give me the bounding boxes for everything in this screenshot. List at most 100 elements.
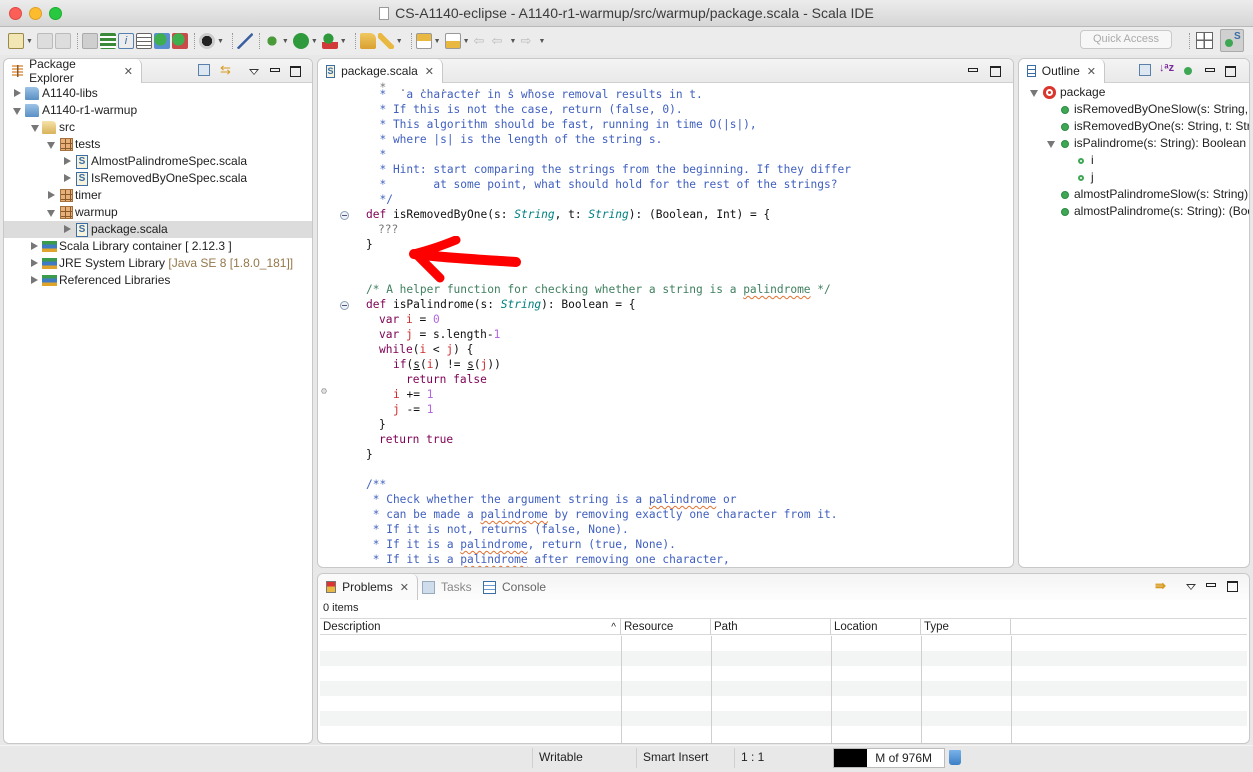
tree-item-tests[interactable]: tests	[4, 136, 312, 153]
expand-arrow-icon[interactable]	[48, 191, 55, 199]
outline-item-j[interactable]: j	[1019, 169, 1249, 186]
debug-dropdown-icon[interactable]: ▼	[282, 38, 289, 45]
maximize-view-icon[interactable]	[1227, 581, 1238, 592]
tree-item-almostpalindromespec[interactable]: S AlmostPalindromeSpec.scala	[4, 153, 312, 170]
outline-item-almostpalindromeslow[interactable]: almostPalindromeSlow(s: String):	[1019, 186, 1249, 203]
external-tools-icon[interactable]	[321, 33, 338, 49]
info-icon[interactable]: i	[117, 33, 134, 49]
code-editor[interactable]: * . . . . . . * a character in s whose r…	[318, 81, 1013, 567]
outline-icon[interactable]	[99, 33, 116, 49]
save-all-icon[interactable]	[54, 33, 71, 49]
collapse-arrow-icon[interactable]	[47, 142, 55, 149]
maximize-view-icon[interactable]	[1225, 66, 1236, 77]
prev-annotation-icon[interactable]	[444, 33, 461, 49]
minimize-view-icon[interactable]	[1205, 68, 1215, 72]
collapse-arrow-icon[interactable]	[47, 210, 55, 217]
collapse-all-icon[interactable]	[198, 64, 210, 76]
tree-item-package-scala[interactable]: S package.scala	[4, 221, 312, 238]
back-dropdown-icon[interactable]: ▼	[510, 38, 517, 45]
run-dropdown-icon[interactable]: ▼	[311, 38, 318, 45]
toggle-link-icon[interactable]	[81, 33, 98, 49]
heap-status[interactable]: M of 976M	[833, 748, 945, 768]
prev-annotation-dropdown-icon[interactable]: ▼	[463, 38, 470, 45]
sort-icon[interactable]: ↓ᵃz	[1159, 62, 1174, 74]
external-tools-dropdown-icon[interactable]: ▼	[340, 38, 347, 45]
column-header-description[interactable]: Description ^	[320, 619, 621, 635]
profile-dropdown-icon[interactable]: ▼	[217, 38, 224, 45]
close-tab-icon[interactable]: ✕	[124, 65, 133, 78]
profile-icon[interactable]	[198, 33, 215, 49]
tab-problems[interactable]: Problems ✕	[318, 574, 418, 600]
run-scala-icon[interactable]	[153, 33, 170, 49]
outline-item-package[interactable]: package	[1019, 84, 1249, 101]
doc-icon[interactable]	[135, 33, 152, 49]
close-tab-icon[interactable]: ✕	[1087, 65, 1096, 78]
insert-mode-status[interactable]: Smart Insert	[643, 750, 708, 764]
tree-item-jre-system-library[interactable]: JRE System Library [Java SE 8 [1.8.0_181…	[4, 255, 312, 272]
tab-tasks[interactable]: Tasks	[422, 580, 472, 594]
outline-item-i[interactable]: i	[1019, 152, 1249, 169]
outline-item-almostpalindrome[interactable]: almostPalindrome(s: String): (Boo	[1019, 203, 1249, 220]
next-annotation-dropdown-icon[interactable]: ▼	[434, 38, 441, 45]
outline-item-isremovedbyoneslow[interactable]: isRemovedByOneSlow(s: String, t	[1019, 101, 1249, 118]
pen-icon[interactable]	[377, 33, 394, 49]
tab-outline[interactable]: Outline ✕	[1019, 59, 1105, 83]
new-dropdown-icon[interactable]: ▼	[26, 38, 33, 45]
expand-arrow-icon[interactable]	[31, 276, 38, 284]
last-edit-icon[interactable]: ⇦	[474, 33, 490, 49]
collapse-arrow-icon[interactable]	[1030, 90, 1038, 97]
tree-item-src[interactable]: src	[4, 119, 312, 136]
outline-item-isremovedbyone[interactable]: isRemovedByOne(s: String, t: Stri	[1019, 118, 1249, 135]
forward-icon[interactable]: ⇨	[520, 33, 536, 49]
minimize-view-icon[interactable]	[270, 68, 280, 72]
tree-item-warmup[interactable]: warmup	[4, 204, 312, 221]
minimize-view-icon[interactable]	[1206, 583, 1216, 587]
focus-on-active-task-icon[interactable]: ⇛	[1155, 578, 1166, 594]
column-header-type[interactable]: Type	[921, 619, 1011, 635]
fold-toggle-icon[interactable]	[340, 301, 349, 310]
run-test-icon[interactable]	[171, 33, 188, 49]
column-header-location[interactable]: Location	[831, 619, 921, 635]
hide-fields-icon[interactable]	[1184, 67, 1192, 75]
minimize-editor-icon[interactable]	[968, 68, 978, 72]
open-perspective-icon[interactable]	[1196, 32, 1213, 49]
garbage-collect-icon[interactable]	[949, 750, 961, 765]
tab-package-explorer[interactable]: Package Explorer ✕	[4, 59, 142, 85]
tree-item-referenced-libraries[interactable]: Referenced Libraries	[4, 272, 312, 289]
column-header-resource[interactable]: Resource	[621, 619, 711, 635]
close-tab-icon[interactable]: ✕	[425, 65, 434, 78]
outline-item-ispalindrome[interactable]: isPalindrome(s: String): Boolean	[1019, 135, 1249, 152]
fold-toggle-icon[interactable]	[340, 211, 349, 220]
new-icon[interactable]	[8, 33, 24, 49]
tree-item-isremovedbyonespec[interactable]: S IsRemovedByOneSpec.scala	[4, 170, 312, 187]
debug-icon[interactable]	[263, 33, 280, 49]
pin-icon[interactable]	[236, 33, 253, 49]
collapse-all-icon[interactable]	[1139, 64, 1151, 76]
expand-arrow-icon[interactable]	[31, 242, 38, 250]
close-tab-icon[interactable]: ✕	[400, 581, 409, 594]
view-menu-icon[interactable]	[1186, 584, 1196, 590]
tree-item-a1140-r1-warmup[interactable]: A1140-r1-warmup	[4, 102, 312, 119]
quick-fix-icon[interactable]: ⚙	[321, 386, 333, 398]
pen-dropdown-icon[interactable]: ▼	[396, 38, 403, 45]
quick-access-input[interactable]: Quick Access	[1080, 30, 1172, 49]
tree-item-timer[interactable]: timer	[4, 187, 312, 204]
collapse-arrow-icon[interactable]	[31, 125, 39, 132]
open-project-icon[interactable]	[359, 33, 376, 49]
view-menu-icon[interactable]	[249, 69, 259, 75]
save-icon[interactable]	[36, 33, 53, 49]
expand-arrow-icon[interactable]	[14, 89, 21, 97]
link-with-editor-icon[interactable]: ⇆	[220, 62, 231, 78]
next-annotation-icon[interactable]	[415, 33, 432, 49]
column-header-path[interactable]: Path	[711, 619, 831, 635]
maximize-view-icon[interactable]	[290, 66, 301, 77]
tree-item-scala-library[interactable]: Scala Library container [ 2.12.3 ]	[4, 238, 312, 255]
tab-console[interactable]: Console	[483, 580, 546, 594]
expand-arrow-icon[interactable]	[64, 157, 71, 165]
expand-arrow-icon[interactable]	[64, 174, 71, 182]
maximize-editor-icon[interactable]	[990, 66, 1001, 77]
forward-dropdown-icon[interactable]: ▼	[538, 38, 545, 45]
collapse-arrow-icon[interactable]	[1047, 141, 1055, 148]
expand-arrow-icon[interactable]	[64, 225, 71, 233]
tree-item-a1140-libs[interactable]: A1140-libs	[4, 85, 312, 102]
